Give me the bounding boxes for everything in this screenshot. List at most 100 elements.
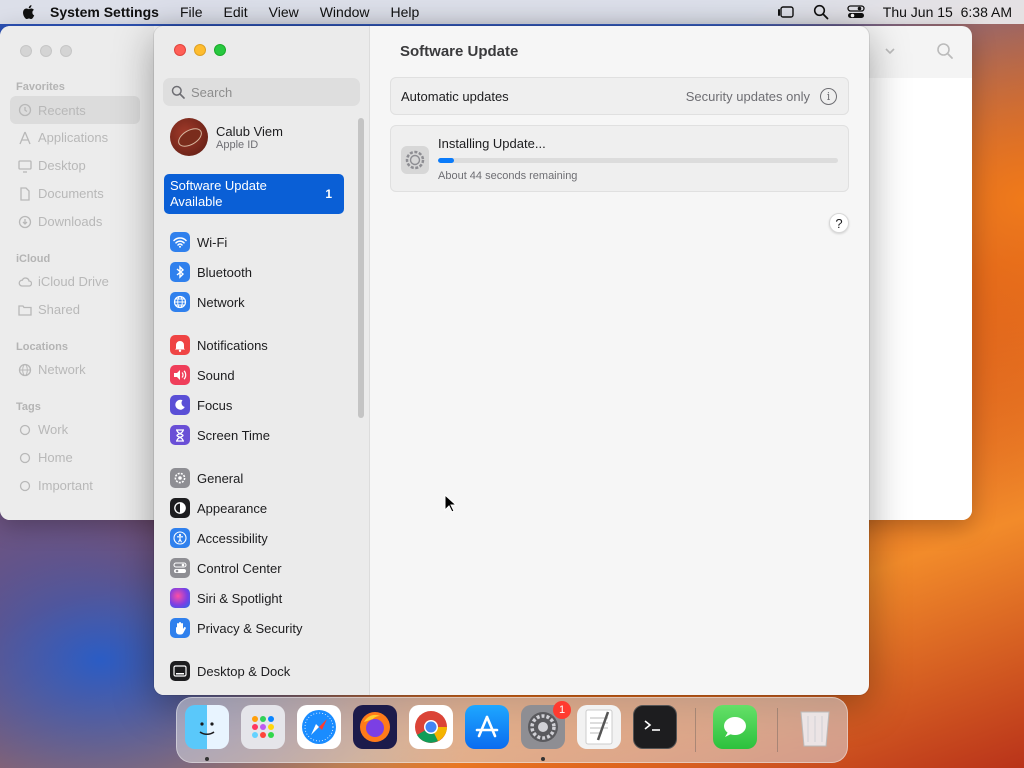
sidebar-item-label: Screen Time bbox=[197, 427, 270, 443]
menu-bar: System Settings File Edit View Window He… bbox=[0, 0, 1024, 24]
sidebar-item-network[interactable]: Network bbox=[170, 290, 245, 314]
dock-trash-icon[interactable] bbox=[793, 705, 837, 749]
menu-app-name[interactable]: System Settings bbox=[50, 4, 159, 20]
bluetooth-icon bbox=[170, 262, 190, 282]
sidebar-item-appearance[interactable]: Appearance bbox=[170, 496, 267, 520]
sidebar-item-focus[interactable]: Focus bbox=[170, 393, 232, 417]
page-title: Software Update bbox=[400, 43, 519, 60]
menu-edit[interactable]: Edit bbox=[224, 4, 248, 20]
finder-item-label: Important bbox=[38, 478, 93, 493]
finder-item-desktop[interactable]: Desktop bbox=[18, 158, 86, 173]
system-settings-gear-icon bbox=[401, 146, 429, 174]
automatic-updates-value: Security updates only bbox=[685, 89, 810, 104]
finder-item-network[interactable]: Network bbox=[18, 362, 86, 377]
installing-update-card: Installing Update... About 44 seconds re… bbox=[390, 125, 849, 192]
finder-minimize-button[interactable] bbox=[40, 45, 52, 57]
mouse-cursor-icon bbox=[444, 494, 458, 513]
stage-manager-icon[interactable] bbox=[777, 4, 795, 20]
sidebar-item-label: Focus bbox=[197, 397, 233, 413]
search-icon[interactable] bbox=[936, 42, 954, 60]
finder-item-label: Documents bbox=[38, 186, 104, 201]
update-count-badge: 1 bbox=[325, 187, 332, 201]
zoom-button[interactable] bbox=[214, 44, 226, 56]
sidebar-item-screen-time[interactable]: Screen Time bbox=[170, 423, 270, 447]
finder-section-icloud: iCloud bbox=[16, 253, 51, 265]
install-progress-bar bbox=[438, 158, 838, 163]
finder-item-label: Downloads bbox=[38, 214, 103, 229]
sidebar-item-wifi[interactable]: Wi-Fi bbox=[170, 230, 227, 254]
bell-icon bbox=[170, 335, 190, 355]
menu-window[interactable]: Window bbox=[320, 4, 370, 20]
document-icon bbox=[18, 186, 32, 201]
close-button[interactable] bbox=[174, 44, 186, 56]
finder-item-label: Shared bbox=[38, 302, 80, 317]
sidebar-item-accessibility[interactable]: Accessibility bbox=[170, 526, 268, 550]
help-button[interactable]: ? bbox=[829, 213, 849, 233]
software-update-available-item[interactable]: Software Update Available 1 bbox=[164, 174, 344, 214]
finder-zoom-button[interactable] bbox=[60, 45, 72, 57]
finder-item-label: Home bbox=[38, 450, 73, 465]
desktop-icon bbox=[18, 159, 32, 173]
search-field[interactable]: Search bbox=[163, 78, 360, 106]
finder-tag-home[interactable]: Home bbox=[18, 450, 73, 465]
applications-icon bbox=[18, 131, 32, 145]
finder-item-icloud-drive[interactable]: iCloud Drive bbox=[18, 274, 109, 289]
system-settings-window: Search Calub Viem Apple ID Software Upda… bbox=[154, 26, 869, 695]
sidebar-scrollbar[interactable] bbox=[358, 118, 364, 418]
finder-tag-work[interactable]: Work bbox=[18, 422, 68, 437]
dock-launchpad-icon[interactable] bbox=[241, 705, 285, 749]
sidebar-item-label: Desktop & Dock bbox=[197, 663, 291, 679]
sidebar-item-notifications[interactable]: Notifications bbox=[170, 333, 268, 357]
dock-firefox-icon[interactable] bbox=[353, 705, 397, 749]
sidebar-item-bluetooth[interactable]: Bluetooth bbox=[170, 260, 252, 284]
sidebar-item-label: Notifications bbox=[197, 337, 268, 353]
control-center-icon[interactable] bbox=[847, 4, 865, 20]
dock-chrome-icon[interactable] bbox=[409, 705, 453, 749]
finder-toolbar bbox=[884, 42, 954, 60]
dock-icon bbox=[170, 661, 190, 681]
info-icon[interactable]: i bbox=[820, 88, 837, 105]
clock-icon bbox=[18, 103, 32, 117]
dock-finder-icon[interactable] bbox=[185, 705, 229, 749]
menu-file[interactable]: File bbox=[180, 4, 203, 20]
apple-menu-icon[interactable] bbox=[20, 3, 38, 21]
finder-close-button[interactable] bbox=[20, 45, 32, 57]
finder-item-applications[interactable]: Applications bbox=[18, 130, 108, 145]
finder-item-recents[interactable]: Recents bbox=[10, 96, 140, 124]
menu-help[interactable]: Help bbox=[391, 4, 420, 20]
finder-item-label: Desktop bbox=[38, 158, 86, 173]
install-status-title: Installing Update... bbox=[438, 136, 546, 151]
minimize-button[interactable] bbox=[194, 44, 206, 56]
dock-messages-icon[interactable] bbox=[713, 705, 757, 749]
finder-item-downloads[interactable]: Downloads bbox=[18, 214, 102, 229]
dock-safari-icon[interactable] bbox=[297, 705, 341, 749]
dock-textedit-icon[interactable] bbox=[577, 705, 621, 749]
sidebar-item-label: Bluetooth bbox=[197, 264, 252, 280]
sidebar-item-privacy-security[interactable]: Privacy & Security bbox=[170, 616, 302, 640]
gear-icon bbox=[170, 468, 190, 488]
automatic-updates-label: Automatic updates bbox=[401, 89, 509, 104]
dock-terminal-icon[interactable] bbox=[633, 705, 677, 749]
apple-id-account[interactable]: Calub Viem Apple ID bbox=[170, 118, 283, 156]
hourglass-icon bbox=[170, 425, 190, 445]
globe-icon bbox=[170, 292, 190, 312]
moon-icon bbox=[170, 395, 190, 415]
sidebar-item-sound[interactable]: Sound bbox=[170, 363, 235, 387]
chevron-down-icon[interactable] bbox=[884, 45, 896, 57]
menu-view[interactable]: View bbox=[269, 4, 299, 20]
clock[interactable]: Thu Jun 15 6:38 AM bbox=[883, 4, 1012, 20]
cloud-icon bbox=[18, 275, 33, 289]
sidebar-item-siri-spotlight[interactable]: Siri & Spotlight bbox=[170, 586, 282, 610]
tag-circle-icon bbox=[18, 451, 32, 465]
sidebar-item-desktop-dock[interactable]: Desktop & Dock bbox=[170, 659, 290, 683]
sidebar-item-general[interactable]: General bbox=[170, 466, 243, 490]
automatic-updates-row: Automatic updates Security updates only … bbox=[390, 77, 849, 115]
spotlight-search-icon[interactable] bbox=[813, 4, 829, 20]
tag-circle-icon bbox=[18, 479, 32, 493]
finder-tag-important[interactable]: Important bbox=[18, 478, 93, 493]
dock-app-store-icon[interactable] bbox=[465, 705, 509, 749]
finder-item-shared[interactable]: Shared bbox=[18, 302, 80, 317]
finder-item-documents[interactable]: Documents bbox=[18, 186, 104, 201]
sidebar-item-control-center[interactable]: Control Center bbox=[170, 556, 282, 580]
finder-item-label: Network bbox=[38, 362, 86, 377]
